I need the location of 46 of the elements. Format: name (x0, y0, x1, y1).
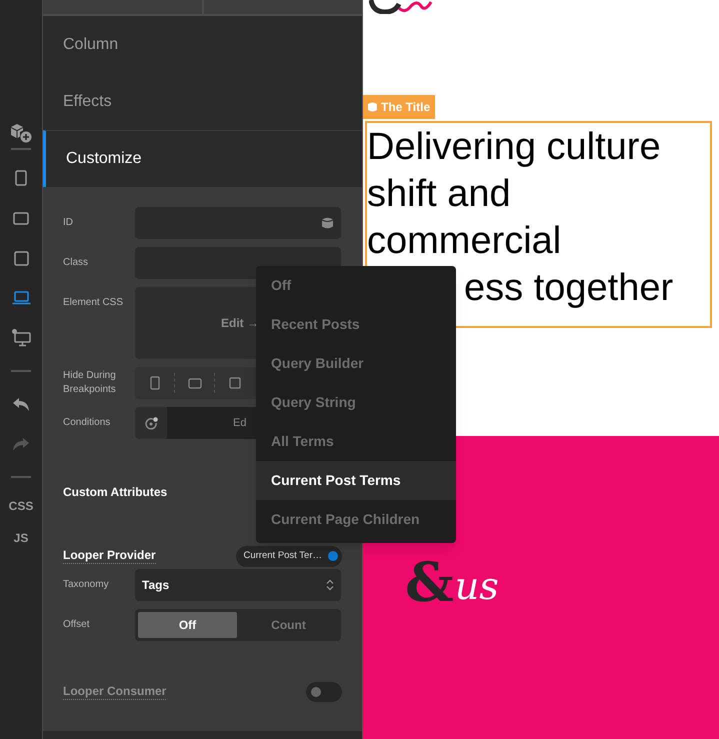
field-label: Conditions (63, 416, 112, 430)
database-icon (368, 102, 377, 112)
field-label: Class (63, 256, 90, 270)
section-toggle-label[interactable]: Looper Consumer (63, 684, 166, 700)
text-input[interactable] (135, 207, 341, 239)
heading-line: ess together (464, 266, 674, 310)
section-heading: Custom Attributes (63, 484, 168, 501)
menu-item[interactable]: Query Builder (256, 344, 456, 383)
conditions-icon[interactable] (144, 416, 158, 430)
segment-button[interactable]: Count (239, 612, 338, 638)
logo-drawing (369, 0, 433, 14)
logo: &us (405, 556, 499, 608)
tablet-icon[interactable] (13, 212, 29, 224)
heading-line: Delivering culture (367, 124, 661, 168)
menu-item[interactable]: Current Page Children (256, 500, 456, 539)
heading-line: commercial (367, 218, 562, 262)
edit-button[interactable]: Ed (233, 414, 246, 432)
segment-button[interactable]: Off (138, 612, 237, 638)
field-label: Offset (63, 618, 90, 632)
code-button[interactable]: JS (14, 522, 28, 554)
phone-icon[interactable] (150, 376, 160, 390)
laptop-icon[interactable] (12, 291, 30, 305)
menu-item[interactable]: Query String (256, 383, 456, 422)
menu-item[interactable]: All Terms (256, 422, 456, 461)
tablet-icon[interactable] (188, 378, 202, 388)
heading-line: shift and (367, 172, 511, 216)
toggle-switch[interactable] (306, 682, 342, 702)
square-icon[interactable] (229, 377, 241, 389)
code-button[interactable]: CSS (8, 490, 34, 522)
field-label: Hide During Breakpoints (63, 369, 117, 397)
select-field[interactable]: Tags (135, 569, 341, 601)
field-label: ID (63, 216, 74, 230)
provider-toggle[interactable]: Current Post Ter… (236, 546, 342, 566)
chevron-updown-icon (326, 579, 334, 591)
section-tab[interactable]: Column (43, 16, 362, 73)
phone-icon[interactable] (15, 170, 27, 186)
cube-add-icon[interactable] (9, 122, 33, 144)
section-toggle-label[interactable]: Looper Provider (63, 548, 156, 564)
database-icon (322, 217, 333, 229)
section-tab[interactable]: Effects (43, 73, 362, 130)
menu-item[interactable]: Current Post Terms (256, 461, 456, 500)
field-label: Element CSS (63, 296, 124, 310)
undo-icon[interactable] (12, 396, 30, 412)
field-label: Taxonomy (63, 578, 110, 592)
square-icon[interactable] (14, 250, 28, 266)
desktop-icon[interactable] (12, 329, 30, 347)
